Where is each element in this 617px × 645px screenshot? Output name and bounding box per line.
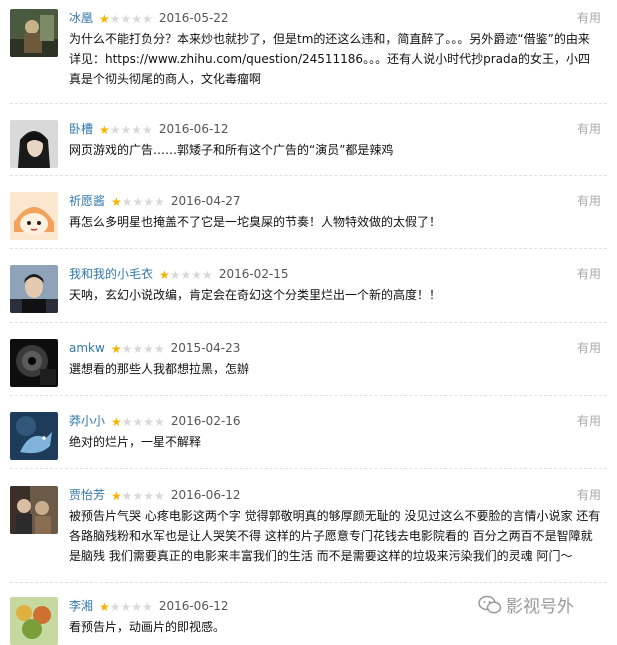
rating-stars: ★★★★★	[99, 12, 153, 26]
useful-button[interactable]: 有用	[577, 193, 601, 209]
avatar[interactable]	[10, 265, 58, 313]
divider	[10, 248, 607, 249]
username-link[interactable]: 祈愿酱	[69, 194, 105, 208]
review-header: 祈愿酱 ★★★★★ 2016-04-27	[69, 193, 241, 209]
useful-button[interactable]: 有用	[577, 10, 601, 26]
divider	[10, 103, 607, 104]
username-link[interactable]: 我和我的小毛衣	[69, 267, 153, 281]
useful-button[interactable]: 有用	[577, 413, 601, 429]
avatar[interactable]	[10, 597, 58, 645]
avatar[interactable]	[10, 9, 58, 57]
review-date: 2016-06-12	[170, 488, 241, 502]
wechat-logo-icon	[478, 595, 502, 615]
review-text: 選想看的那些人我都想拉黑，怎辦	[69, 362, 250, 376]
divider	[10, 322, 607, 323]
username-link[interactable]: 冰凰	[69, 11, 93, 25]
rating-stars: ★★★★★	[111, 415, 165, 429]
review-header: 冰凰 ★★★★★ 2016-05-22	[69, 10, 229, 26]
review-header: 李湘 ★★★★★ 2016-06-12	[69, 598, 229, 614]
review-header: 莽小小 ★★★★★ 2016-02-16	[69, 413, 241, 429]
watermark-text: 影视号外	[506, 597, 574, 617]
review-date: 2016-06-12	[158, 122, 229, 136]
divider	[10, 468, 607, 469]
divider	[10, 175, 607, 176]
rating-stars: ★★★★★	[111, 489, 165, 503]
review-text: 再怎么多明星也掩盖不了它是一坨臭屎的节奏！人物特效做的太假了！	[69, 215, 442, 229]
rating-stars: ★★★★★	[111, 195, 165, 209]
rating-stars: ★★★★★	[99, 600, 153, 614]
avatar[interactable]	[10, 486, 58, 534]
review-text: 为什么不能打负分？本来炒也就抄了，但是tm的还这么违和，简直醉了。。。另外爵迹“…	[69, 32, 590, 86]
avatar[interactable]	[10, 192, 58, 240]
useful-button[interactable]: 有用	[577, 340, 601, 356]
review-header: 我和我的小毛衣 ★★★★★ 2016-02-15	[69, 266, 289, 282]
review-date: 2016-06-12	[158, 599, 229, 613]
review-text: 绝对的烂片，一星不解释	[69, 435, 202, 449]
review-header: 卧槽 ★★★★★ 2016-06-12	[69, 121, 229, 137]
username-link[interactable]: 卧槽	[69, 122, 93, 136]
useful-button[interactable]: 有用	[577, 121, 601, 137]
rating-stars: ★★★★★	[110, 342, 165, 356]
review-date: 2016-02-16	[170, 414, 241, 428]
useful-button[interactable]: 有用	[577, 487, 601, 503]
review-header: 贾怡芳 ★★★★★ 2016-06-12	[69, 487, 241, 503]
divider	[10, 582, 607, 583]
review-text: 天呐，玄幻小说改编，肯定会在奇幻这个分类里烂出一个新的高度！！	[69, 288, 442, 302]
avatar[interactable]	[10, 339, 58, 387]
divider	[10, 395, 607, 396]
username-link[interactable]: 李湘	[69, 599, 93, 613]
review-text: 网页游戏的广告……郭矮子和所有这个广告的“演员”都是辣鸡	[69, 143, 394, 157]
avatar[interactable]	[10, 412, 58, 460]
useful-button[interactable]: 有用	[577, 266, 601, 282]
avatar[interactable]	[10, 120, 58, 168]
review-date: 2016-02-15	[218, 267, 289, 281]
username-link[interactable]: amkw	[69, 341, 105, 355]
review-date: 2016-04-27	[170, 194, 241, 208]
review-date: 2016-05-22	[158, 11, 229, 25]
username-link[interactable]: 贾怡芳	[69, 488, 105, 502]
watermark: 影视号外	[478, 595, 610, 619]
rating-stars: ★★★★★	[159, 268, 213, 282]
username-link[interactable]: 莽小小	[69, 414, 105, 428]
review-header: amkw ★★★★★ 2015-04-23	[69, 340, 240, 356]
review-text: 被预告片气哭 心疼电影这两个字 觉得郭敬明真的够厚颜无耻的 没见过这么不要脸的言…	[69, 509, 601, 563]
review-date: 2015-04-23	[170, 341, 241, 355]
rating-stars: ★★★★★	[99, 123, 153, 137]
review-text: 看预告片，动画片的即视感。	[69, 620, 226, 634]
